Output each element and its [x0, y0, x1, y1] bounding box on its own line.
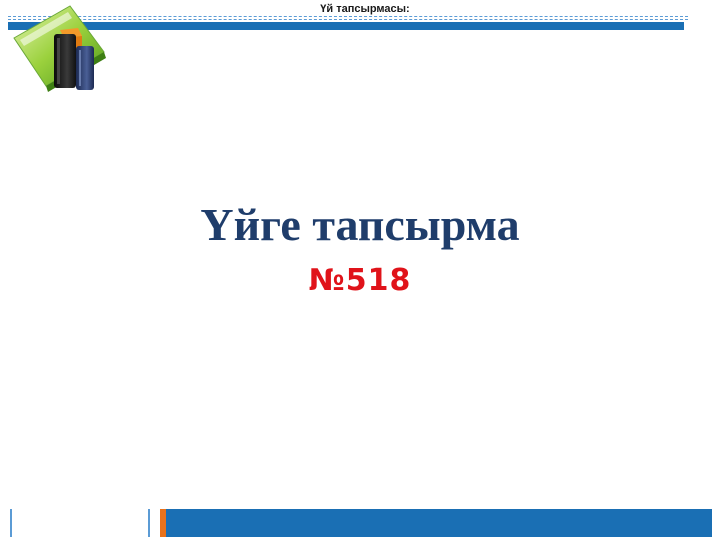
- books-logo-icon: [13, 5, 106, 92]
- footer-divider: [10, 509, 12, 537]
- header-title: Үй тапсырмасы:: [320, 3, 410, 15]
- slide: Үй тапсырмасы: Үйге тапсырма №518: [0, 0, 720, 540]
- footer-divider: [148, 509, 150, 537]
- main-title: Үйге тапсырма: [200, 199, 520, 250]
- task-number: №518: [308, 263, 412, 298]
- footer-blue-bar: [166, 509, 712, 537]
- black-book-icon: [54, 34, 76, 88]
- navy-book-icon: [76, 46, 94, 90]
